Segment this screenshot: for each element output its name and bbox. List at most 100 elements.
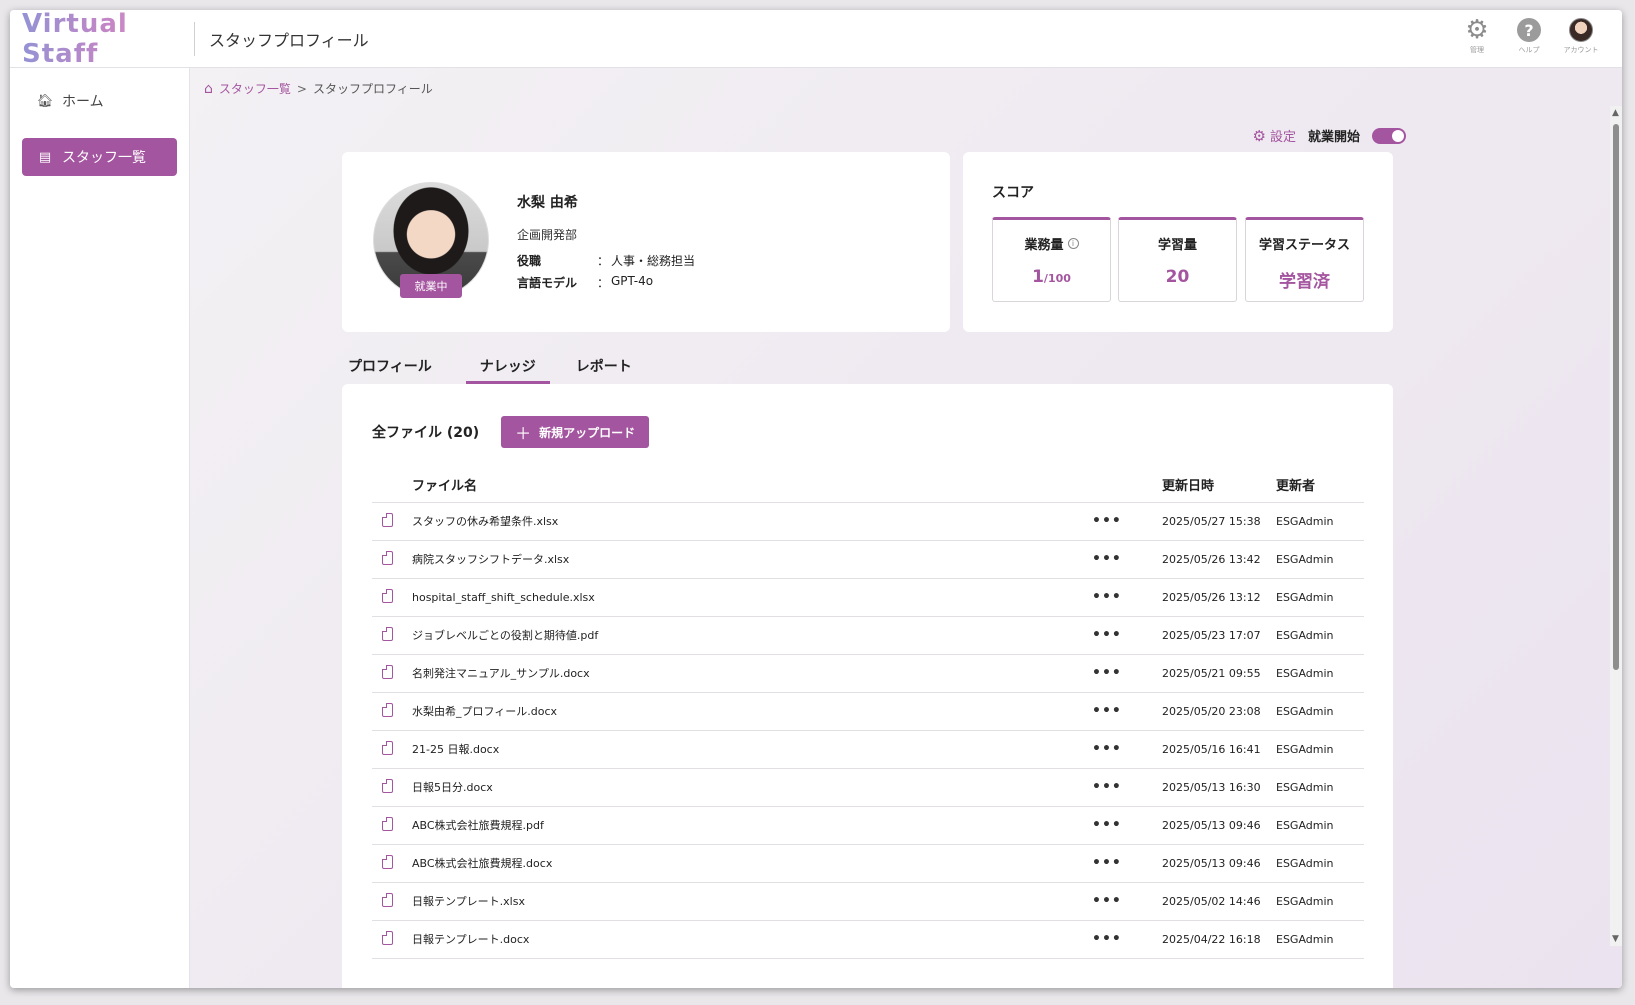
file-icon-cell	[372, 616, 412, 655]
more-options-icon[interactable]: •••	[1092, 779, 1122, 795]
model-value: GPT-4o	[611, 274, 654, 288]
files-table-body: スタッフの休み希望条件.xlsx ••• 2025/05/27 15:38 ESGAd…	[372, 502, 1364, 959]
table-row[interactable]: 名刺発注マニュアル_サンプル.docx ••• 2025/05/21 09:55 ES…	[372, 654, 1364, 693]
more-options-icon[interactable]: •••	[1092, 513, 1122, 529]
profile-actions: ⚙ 設定 就業開始	[1253, 126, 1406, 145]
info-icon[interactable]: i	[1067, 238, 1079, 249]
settings-label: 設定	[1269, 130, 1296, 145]
account-icon	[1569, 18, 1593, 42]
file-updated-at: 2025/05/16 16:41	[1162, 730, 1276, 769]
more-cell: •••	[1092, 692, 1162, 731]
more-options-icon[interactable]: •••	[1092, 741, 1122, 757]
file-name[interactable]: 病院スタッフシフトデータ.xlsx	[412, 540, 1092, 579]
plus-icon: ＋	[515, 424, 532, 443]
file-icon-cell	[372, 882, 412, 921]
more-cell: •••	[1092, 920, 1162, 959]
breadcrumb-staff-list[interactable]: スタッフ一覧	[219, 80, 291, 97]
workload-label: 業務量 i	[1024, 234, 1079, 253]
account-caption: アカウント	[1563, 46, 1599, 54]
header-updated-by[interactable]: 更新者	[1276, 468, 1364, 503]
more-options-icon[interactable]: •••	[1092, 817, 1122, 833]
model-row: 言語モデル ： GPT-4o	[517, 274, 653, 291]
more-options-icon[interactable]: •••	[1092, 931, 1122, 947]
file-updated-at: 2025/05/26 13:12	[1162, 578, 1276, 617]
work-start-label: 就業開始	[1307, 130, 1360, 145]
more-cell: •••	[1092, 502, 1162, 541]
header-updated-at[interactable]: 更新日時	[1162, 468, 1276, 503]
more-options-icon[interactable]: •••	[1092, 627, 1122, 643]
scrollbar-thumb[interactable]	[1613, 124, 1619, 670]
table-row[interactable]: ABC株式会社旅費規程.pdf ••• 2025/05/13 09:46 ESGAdm…	[372, 806, 1364, 845]
help-button[interactable]: ? ヘルプ	[1514, 18, 1544, 55]
file-updated-at: 2025/05/20 23:08	[1162, 692, 1276, 731]
file-icon-cell	[372, 730, 412, 769]
sidebar-item-label: ホーム	[62, 94, 104, 110]
file-updated-at: 2025/05/02 14:46	[1162, 882, 1276, 921]
more-options-icon[interactable]: •••	[1092, 665, 1122, 681]
table-row[interactable]: 日報テンプレート.xlsx ••• 2025/05/02 14:46 ESGAdmin	[372, 882, 1364, 921]
file-name[interactable]: ABC株式会社旅費規程.docx	[412, 844, 1092, 883]
file-icon	[382, 740, 393, 755]
table-row[interactable]: hospital_staff_shift_schedule.xlsx ••• 202…	[372, 578, 1364, 617]
file-icon-cell	[372, 844, 412, 883]
file-updated-by: ESGAdmin	[1276, 616, 1364, 655]
table-row[interactable]: ABC株式会社旅費規程.docx ••• 2025/05/13 09:46 ESGAd…	[372, 844, 1364, 883]
more-options-icon[interactable]: •••	[1092, 703, 1122, 719]
file-name[interactable]: 名刺発注マニュアル_サンプル.docx	[412, 654, 1092, 693]
file-name[interactable]: スタッフの休み希望条件.xlsx	[412, 502, 1092, 541]
table-row[interactable]: ジョブレベルごとの役割と期待値.pdf ••• 2025/05/23 17:07 ES…	[372, 616, 1364, 655]
table-row[interactable]: 日報5日分.docx ••• 2025/05/13 16:30 ESGAdmin	[372, 768, 1364, 807]
file-name[interactable]: 21-25 日報.docx	[412, 730, 1092, 769]
workload-number: 1	[1032, 267, 1044, 287]
home-icon[interactable]: ⌂	[204, 81, 213, 97]
header-file-name[interactable]: ファイル名	[412, 468, 1092, 503]
more-cell: •••	[1092, 540, 1162, 579]
more-options-icon[interactable]: •••	[1092, 855, 1122, 871]
score-card: スコア 業務量 i 1/100 学習量 20 学習ステータス 学習済	[963, 152, 1393, 332]
tab-report[interactable]: レポート	[570, 350, 646, 382]
file-name[interactable]: hospital_staff_shift_schedule.xlsx	[412, 578, 1092, 617]
more-cell: •••	[1092, 768, 1162, 807]
file-name[interactable]: 日報5日分.docx	[412, 768, 1092, 807]
file-updated-at: 2025/05/26 13:42	[1162, 540, 1276, 579]
learning-label: 学習量	[1157, 238, 1197, 253]
sidebar-item-home[interactable]: 🏠︎ ホーム	[22, 82, 177, 120]
more-options-icon[interactable]: •••	[1092, 551, 1122, 567]
tab-profile[interactable]: プロフィール	[342, 350, 446, 382]
file-name[interactable]: ABC株式会社旅費規程.pdf	[412, 806, 1092, 845]
admin-button[interactable]: ⚙ 管理	[1462, 15, 1492, 55]
table-row[interactable]: 水梨由希_プロフィール.docx ••• 2025/05/20 23:08 ESGAd…	[372, 692, 1364, 731]
work-start-toggle[interactable]	[1372, 127, 1406, 144]
tab-knowledge[interactable]: ナレッジ	[465, 350, 550, 384]
table-row[interactable]: 21-25 日報.docx ••• 2025/05/16 16:41 ESGAdmin	[372, 730, 1364, 769]
file-icon-cell	[372, 920, 412, 959]
settings-link[interactable]: ⚙ 設定	[1253, 126, 1296, 146]
app-logo[interactable]: Virtual Staff	[10, 10, 190, 69]
file-icon	[382, 892, 393, 907]
file-name[interactable]: 日報テンプレート.docx	[412, 920, 1092, 959]
workload-value: 1/100	[1032, 267, 1071, 287]
table-row[interactable]: 日報テンプレート.docx ••• 2025/04/22 16:18 ESGAdmin	[372, 920, 1364, 959]
header-icon-cell	[372, 468, 412, 503]
admin-caption: 管理	[1470, 46, 1484, 54]
learning-status-score: 学習ステータス 学習済	[1245, 217, 1364, 302]
more-cell: •••	[1092, 616, 1162, 655]
file-name[interactable]: ジョブレベルごとの役割と期待値.pdf	[412, 616, 1092, 655]
file-name[interactable]: 日報テンプレート.xlsx	[412, 882, 1092, 921]
learning-score: 学習量 20	[1118, 217, 1237, 302]
files-header: 全ファイル (20) ＋ 新規アップロード	[372, 416, 650, 448]
scroll-down-icon[interactable]: ▼	[1612, 934, 1619, 944]
breadcrumb-current: スタッフプロフィール	[312, 82, 433, 96]
more-options-icon[interactable]: •••	[1092, 893, 1122, 909]
file-updated-by: ESGAdmin	[1276, 502, 1364, 541]
scroll-up-icon[interactable]: ▲	[1612, 108, 1619, 118]
more-options-icon[interactable]: •••	[1092, 589, 1122, 605]
sidebar-item-staff-list[interactable]: ▤ スタッフ一覧	[22, 138, 177, 176]
table-row[interactable]: 病院スタッフシフトデータ.xlsx ••• 2025/05/26 13:42 ESGA…	[372, 540, 1364, 579]
file-name[interactable]: 水梨由希_プロフィール.docx	[412, 692, 1092, 731]
vertical-scrollbar[interactable]: ▲ ▼	[1610, 106, 1622, 946]
account-button[interactable]: アカウント	[1563, 18, 1599, 55]
upload-button[interactable]: ＋ 新規アップロード	[501, 416, 650, 448]
file-icon	[382, 588, 393, 603]
table-row[interactable]: スタッフの休み希望条件.xlsx ••• 2025/05/27 15:38 ESGAd…	[372, 502, 1364, 541]
